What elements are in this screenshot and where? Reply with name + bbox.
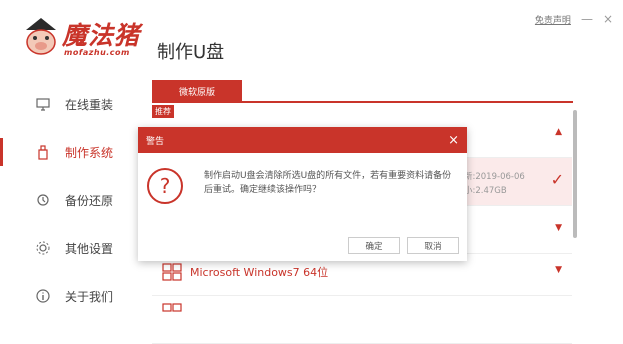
cancel-button[interactable]: 取消 (407, 237, 459, 254)
dialog-close-button[interactable]: × (448, 133, 459, 148)
sidebar-item-label: 备份还原 (65, 193, 114, 208)
dialog-title: 警告 (146, 136, 165, 147)
windows-icon (162, 303, 182, 312)
sidebar-item-label: 其他设置 (65, 241, 114, 256)
os-size: 小:2.47GB (464, 186, 507, 196)
os-name: Microsoft Windows7 64位 (190, 266, 329, 279)
expand-arrow-icon[interactable]: ▼ (555, 265, 562, 275)
disclaimer-link[interactable]: 免责声明 (535, 13, 571, 26)
sidebar: 在线重装 制作系统 备份还原 其他设置 关于我们 (0, 80, 138, 310)
collapse-arrow-icon[interactable]: ▲ (555, 127, 562, 137)
question-icon: ? (147, 168, 183, 204)
windows-icon (162, 263, 182, 281)
minimize-button[interactable]: — (581, 12, 593, 26)
logo-text: 魔法猪 (62, 21, 141, 50)
page-title: 制作U盘 (157, 42, 225, 63)
backup-icon (37, 194, 49, 206)
warning-dialog: 警告 × ? 制作启动U盘会清除所选U盘的所有文件，若有重要资料请备份后重试。确… (138, 127, 467, 261)
list-item[interactable] (152, 296, 572, 344)
sidebar-item-label: 关于我们 (65, 289, 114, 304)
close-button[interactable]: × (603, 12, 613, 26)
sidebar-item-label: 制作系统 (65, 145, 114, 160)
confirm-button[interactable]: 确定 (348, 237, 400, 254)
tab-microsoft-original[interactable]: 微软原版 (152, 80, 242, 102)
sidebar-item-about-us[interactable]: 关于我们 (0, 272, 138, 320)
monitor-icon (36, 98, 50, 111)
logo-domain: mofazhu.com (64, 48, 130, 57)
list-scrollbar[interactable] (573, 110, 577, 238)
dialog-message: 制作启动U盘会清除所选U盘的所有文件，若有重要资料请备份后重试。确定继续该操作吗… (204, 171, 452, 195)
sidebar-item-online-reinstall[interactable]: 在线重装 (0, 80, 138, 128)
info-icon (36, 289, 50, 303)
check-icon: ✓ (550, 170, 564, 189)
usb-icon (38, 145, 48, 160)
pig-mascot-icon (26, 18, 56, 55)
sidebar-item-make-system[interactable]: 制作系统 (0, 128, 138, 176)
sidebar-item-other-settings[interactable]: 其他设置 (0, 224, 138, 272)
settings-icon (36, 241, 50, 255)
os-meta: 新:2019-06-06 小:2.47GB (464, 170, 525, 198)
window-controls: 免责声明 — × (535, 12, 613, 26)
logo: 魔法猪 mofazhu.com (20, 14, 170, 64)
tab-underline (152, 101, 573, 103)
sidebar-item-backup-restore[interactable]: 备份还原 (0, 176, 138, 224)
os-update-date: 新:2019-06-06 (464, 172, 525, 182)
sidebar-item-label: 在线重装 (65, 97, 114, 112)
app-window: 魔法猪 mofazhu.com 制作U盘 免责声明 — × 在线重装 制作系统 … (0, 0, 623, 344)
expand-arrow-icon[interactable]: ▼ (555, 223, 562, 233)
dialog-header: 警告 × (138, 127, 467, 153)
